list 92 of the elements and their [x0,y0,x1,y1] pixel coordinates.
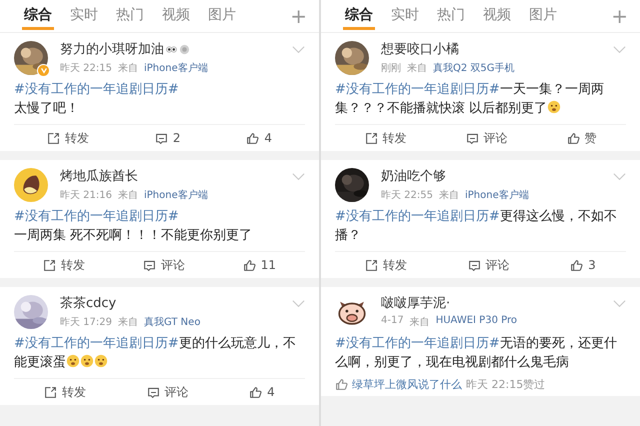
tab[interactable]: 图片 [206,2,238,30]
thumbs-up-icon [570,258,584,272]
sweet-potato-avatar-icon [14,168,48,202]
tab[interactable]: 综合 [343,2,375,30]
post-time: 刚刚 [381,62,401,75]
tab[interactable]: 热门 [114,2,146,30]
post-text: #没有工作的一年追剧日历#无语的要死，还更什么啊，别更了，现在电视剧都什么鬼毛病 [335,335,618,372]
comment-icon [466,132,478,144]
like-button[interactable]: 4 [245,383,279,401]
thumbs-up-icon [242,258,256,272]
source-link[interactable]: iPhone客户端 [144,61,208,75]
tab[interactable]: 实时 [68,2,100,30]
repost-button[interactable]: 转发 [40,382,90,402]
source-label: 来自 [407,62,427,75]
tab[interactable]: 视频 [481,2,513,30]
hashtag-link[interactable]: #没有工作的一年追剧日历# [335,82,500,97]
source-link[interactable]: iPhone客户端 [144,188,208,202]
thumbs-up-icon [246,132,260,144]
source-label: 来自 [410,316,430,329]
share-icon [44,386,58,398]
source-link[interactable]: 真我Q2 双5G手机 [433,61,515,75]
post-time: 4-17 [381,315,404,328]
comment-icon [154,132,168,144]
share-icon [46,132,60,144]
chevron-down-icon[interactable] [292,173,305,181]
chevron-down-icon[interactable] [292,300,305,308]
tab[interactable]: 视频 [160,2,192,30]
post-text: #没有工作的一年追剧日历#更得这么慢，不如不播？ [335,208,618,245]
comment-icon [142,258,156,272]
comment-button[interactable]: 评论 [464,254,514,276]
like-button[interactable]: 3 [566,256,600,274]
like-button[interactable]: 4 [242,129,276,147]
user-name[interactable]: 茶茶cdcy [60,294,116,312]
chevron-down-icon[interactable] [613,173,626,181]
tab[interactable]: 图片 [527,2,559,30]
repost-button[interactable]: 转发 [360,128,410,148]
repost-button[interactable]: 转发 [38,254,89,276]
chevron-down-icon[interactable] [613,300,626,308]
liked-time: 昨天 22:15赞过 [466,376,546,392]
thumbs-up-icon [566,132,580,144]
share-icon [42,258,56,272]
post-time: 昨天 21:16 [60,189,112,202]
source-link[interactable]: iPhone客户端 [465,188,529,202]
source-link[interactable]: 真我GT Neo [144,315,200,329]
repost-button[interactable]: 转发 [42,128,93,148]
chevron-down-icon[interactable] [613,46,626,54]
post-text: #没有工作的一年追剧日历# 太慢了吧！ [14,81,180,118]
comment-button[interactable]: 2 [150,129,184,147]
hashtag-link[interactable]: #没有工作的一年追剧日历# [335,336,500,351]
post-text: #没有工作的一年追剧日历#更的什么玩意儿，不能更滚蛋 [14,335,297,372]
hashtag-link[interactable]: #没有工作的一年追剧日历# [14,82,179,97]
user-name[interactable]: 啵啵厚芋泥· [381,294,450,312]
source-label: 来自 [118,62,138,75]
repost-button[interactable]: 转发 [361,254,412,276]
source-label: 来自 [439,188,459,202]
tab[interactable]: 综合 [22,2,54,30]
emoji-icon [66,354,80,368]
badge-icon [179,44,190,54]
comment-icon [146,386,160,398]
comment-button[interactable]: 评论 [142,382,193,402]
source-label: 来自 [118,316,138,329]
thumbs-up-icon [249,386,262,398]
post-text: #没有工作的一年追剧日历# 一周两集 死不死啊！！！不能更你别更了 [14,208,254,245]
emoji-icon [94,354,108,368]
share-icon [364,132,378,144]
user-name[interactable]: 想要咬口小橘 [381,40,459,58]
liker-name-link[interactable]: 绿草坪上微风说了什么 [352,376,462,392]
hashtag-link[interactable]: #没有工作的一年追剧日历# [335,209,500,224]
source-link[interactable]: HUAWEI P30 Pro [436,315,517,329]
share-icon [365,258,378,272]
comment-button[interactable]: 评论 [462,128,512,148]
post-time: 昨天 17:29 [60,316,112,329]
thumbs-up-icon [335,378,348,390]
emoji-icon [80,354,94,368]
tab[interactable]: 实时 [389,2,421,30]
post-time: 昨天 22:15 [60,62,112,75]
tab[interactable]: 热门 [435,2,467,30]
like-button[interactable]: 赞 [562,128,600,148]
source-label: 来自 [118,188,138,202]
like-button[interactable]: 11 [238,256,280,274]
comment-button[interactable]: 评论 [138,254,189,276]
hashtag-link[interactable]: #没有工作的一年追剧日历# [14,336,179,351]
emoji-icon [547,100,562,114]
post-text: #没有工作的一年追剧日历#一天一集？一周两集？？？不能播就快滚 以后都别更了 [335,81,605,118]
user-name[interactable]: 奶油吃个够 [381,167,446,185]
hashtag-link[interactable]: #没有工作的一年追剧日历# [14,209,179,224]
post-time: 昨天 22:55 [381,189,433,202]
chevron-down-icon[interactable] [292,46,305,54]
user-name[interactable]: 烤地瓜族酋长 [60,167,138,185]
eyes-icon [166,44,177,54]
comment-icon [468,258,481,272]
user-name[interactable]: 努力的小琪呀加油 [60,40,164,58]
